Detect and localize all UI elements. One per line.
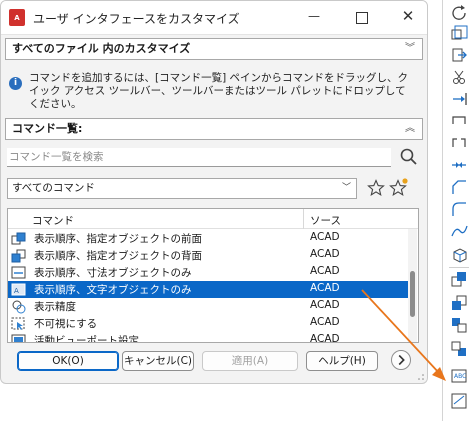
- command-list-title: コマンド一覧:: [12, 122, 83, 135]
- command-name: 表示順序、寸法オブジェクトのみ: [34, 267, 192, 279]
- toolbar-draworder-front-icon[interactable]: [449, 270, 469, 288]
- cancel-button[interactable]: キャンセル(C): [122, 351, 194, 371]
- command-source: ACAD: [310, 248, 340, 260]
- autocad-app-icon: A: [9, 9, 25, 26]
- minimize-button[interactable]: —: [301, 9, 327, 27]
- draworder-front-icon: [11, 232, 26, 245]
- toolbar-join-icon[interactable]: [449, 156, 469, 174]
- draworder-dim-icon: [11, 266, 26, 279]
- toolbar-draworder-above-icon[interactable]: [449, 316, 469, 334]
- chevron-down-icon: ﹀: [341, 183, 351, 193]
- expand-dialog-button[interactable]: [391, 350, 411, 370]
- command-source: ACAD: [310, 333, 340, 343]
- column-divider[interactable]: [303, 209, 304, 229]
- new-command-star-icon[interactable]: [389, 177, 409, 197]
- hide-objects-icon: [11, 317, 25, 330]
- command-name: 表示精度: [34, 301, 76, 313]
- svg-text:ABC: ABC: [454, 373, 466, 380]
- command-row[interactable]: 表示精度 ACAD: [8, 298, 408, 315]
- resize-grip-icon[interactable]: [417, 373, 425, 381]
- help-button[interactable]: ヘルプ(H): [306, 351, 378, 371]
- command-name: 表示順序、指定オブジェクトの背面: [34, 250, 202, 262]
- command-list[interactable]: コマンド ソース 表示順序、指定オブジェクトの前面 ACAD 表示順序、指定オブジェ…: [7, 208, 419, 343]
- draworder-text-icon: A: [11, 283, 26, 296]
- modify-toolbar: ABC: [442, 0, 474, 421]
- toolbar-fillet-icon[interactable]: [449, 200, 469, 218]
- title-bar[interactable]: A ユーザ インタフェースをカスタマイズ — ✕: [1, 1, 427, 35]
- toolbar-draworder-dim-icon[interactable]: [449, 392, 469, 410]
- toolbar-explode-icon[interactable]: [449, 246, 469, 264]
- toolbar-stretch-icon[interactable]: [449, 46, 469, 64]
- toolbar-draworder-text-icon[interactable]: ABC: [449, 366, 469, 384]
- toolbar-separator: [449, 267, 469, 268]
- command-list-header: コマンド ソース: [8, 209, 418, 229]
- search-icon[interactable]: [399, 147, 419, 167]
- display-precision-icon: [12, 300, 26, 314]
- active-viewport-icon: [11, 334, 26, 342]
- toolbar-scale-icon[interactable]: [449, 24, 469, 42]
- customize-ui-dialog: A ユーザ インタフェースをカスタマイズ — ✕ すべてのファイル 内のカスタマ…: [0, 0, 428, 384]
- column-header-source[interactable]: ソース: [310, 213, 341, 228]
- toolbar-blend-curves-icon[interactable]: [449, 222, 469, 240]
- toolbar-trim-icon[interactable]: [449, 68, 469, 86]
- command-name: 活動ビューポート設定: [34, 335, 139, 343]
- apply-button[interactable]: 適用(A): [202, 351, 298, 371]
- command-row[interactable]: 表示順序、寸法オブジェクトのみ ACAD: [8, 264, 408, 281]
- command-source: ACAD: [310, 299, 340, 311]
- command-list-section-header[interactable]: コマンド一覧: ︽: [5, 118, 423, 140]
- expand-chevron-icon[interactable]: ︾: [405, 39, 415, 59]
- command-source: ACAD: [310, 316, 340, 328]
- customizations-section-header[interactable]: すべてのファイル 内のカスタマイズ ︾: [5, 38, 423, 60]
- command-name: 不可視にする: [34, 318, 98, 330]
- command-filter-value: すべてのコマンド: [12, 182, 95, 194]
- command-row[interactable]: 表示順序、指定オブジェクトの背面 ACAD: [8, 247, 408, 264]
- draworder-back-icon: [11, 249, 26, 263]
- column-header-command[interactable]: コマンド: [32, 213, 74, 228]
- svg-text:A: A: [14, 287, 19, 295]
- app-icon-letter: A: [14, 14, 20, 22]
- command-name: 表示順序、指定オブジェクトの前面: [34, 233, 202, 245]
- star-icon[interactable]: [367, 179, 385, 197]
- info-icon: i: [9, 77, 22, 90]
- ok-button[interactable]: OK(O): [17, 351, 119, 371]
- command-filter-dropdown[interactable]: すべてのコマンド ﹀: [7, 178, 357, 199]
- maximize-button[interactable]: [348, 9, 374, 27]
- command-source: ACAD: [310, 231, 340, 243]
- command-row[interactable]: 不可視にする ACAD: [8, 315, 408, 332]
- maximize-icon: [356, 12, 368, 24]
- window-title: ユーザ インタフェースをカスタマイズ: [33, 12, 240, 26]
- vertical-scrollbar-thumb[interactable]: [410, 271, 415, 317]
- toolbar-extend-icon[interactable]: [449, 90, 469, 108]
- command-source: ACAD: [310, 265, 340, 277]
- toolbar-draworder-below-icon[interactable]: [449, 340, 469, 358]
- command-row[interactable]: 活動ビューポート設定 ACAD: [8, 332, 408, 343]
- toolbar-break-at-point-icon[interactable]: [449, 112, 469, 130]
- command-row[interactable]: 表示順序、指定オブジェクトの前面 ACAD: [8, 230, 408, 247]
- toolbar-break-icon[interactable]: [449, 134, 469, 152]
- close-button[interactable]: ✕: [395, 7, 421, 27]
- command-name: 表示順序、文字オブジェクトのみ: [34, 284, 192, 296]
- customizations-section-title: すべてのファイル 内のカスタマイズ: [12, 42, 191, 55]
- toolbar-draworder-back-icon[interactable]: [449, 294, 469, 312]
- toolbar-chamfer-icon[interactable]: [449, 178, 469, 196]
- toolbar-rotate-icon[interactable]: [449, 4, 469, 22]
- command-row[interactable]: A 表示順序、文字オブジェクトのみ ACAD: [8, 281, 408, 298]
- command-source: ACAD: [310, 282, 340, 294]
- info-message: コマンドを追加するには、[コマンド一覧] ペインからコマンドをドラッグし、クイッ…: [29, 72, 409, 110]
- command-search-input[interactable]: [7, 148, 391, 167]
- collapse-chevron-icon[interactable]: ︽: [405, 119, 415, 139]
